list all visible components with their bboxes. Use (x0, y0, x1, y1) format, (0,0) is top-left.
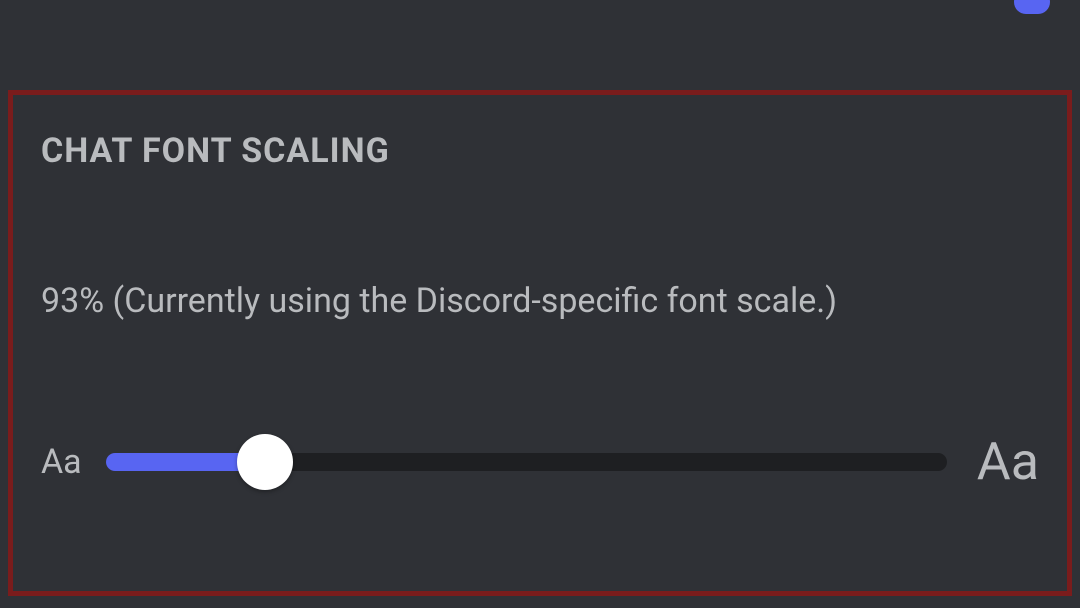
chat-font-scaling-section: CHAT FONT SCALING 93% (Currently using t… (8, 90, 1072, 596)
font-size-max-label: Aa (977, 431, 1039, 492)
font-scale-description: 93% (Currently using the Discord-specifi… (41, 281, 1039, 321)
previous-setting-row (0, 0, 1080, 90)
font-scale-slider-row: Aa Aa (41, 431, 1039, 492)
font-size-min-label: Aa (41, 442, 82, 482)
toggle-switch[interactable] (1014, 0, 1050, 14)
section-header: CHAT FONT SCALING (41, 131, 1039, 171)
font-scale-slider[interactable] (106, 432, 947, 492)
slider-thumb[interactable] (237, 434, 293, 490)
